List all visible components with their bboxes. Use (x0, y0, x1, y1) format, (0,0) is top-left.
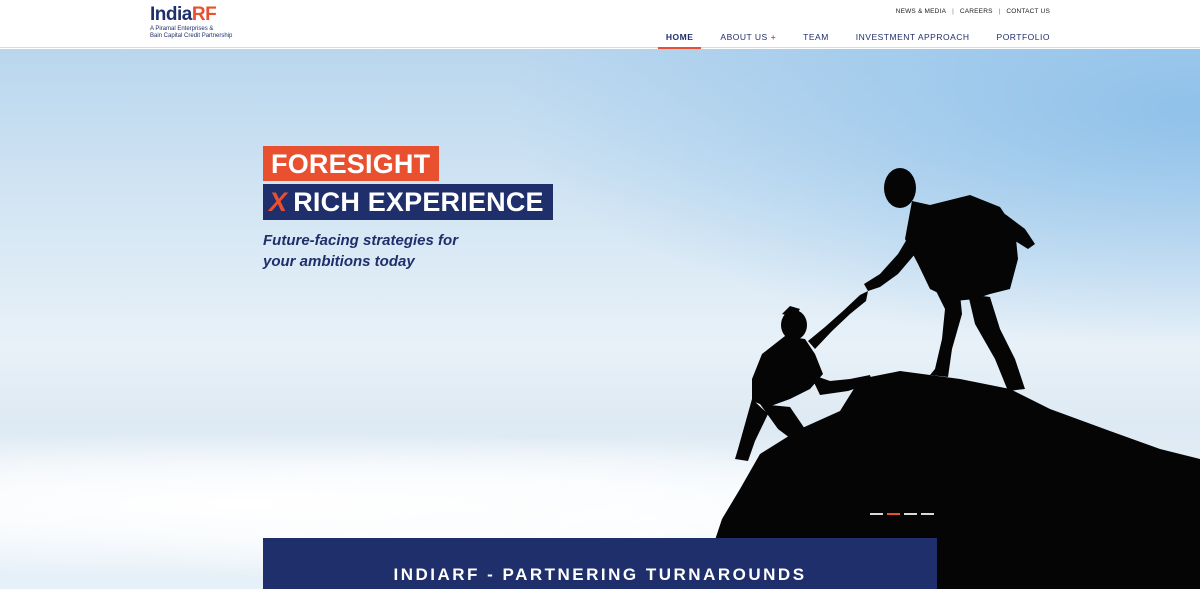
carousel-pagination (870, 513, 938, 515)
banner-title: INDIARF - PARTNERING TURNAROUNDS (393, 565, 807, 584)
divider: | (998, 8, 1001, 15)
carousel-dot-4[interactable] (921, 513, 934, 515)
carousel-dot-2[interactable] (887, 513, 900, 515)
main-nav: HOME ABOUT US + TEAM INVESTMENT APPROACH … (639, 27, 1050, 49)
nav-item-investment-approach[interactable]: INVESTMENT APPROACH (856, 27, 970, 48)
headline-line2-text: RICH EXPERIENCE (293, 187, 544, 217)
carousel-dot-1[interactable] (870, 513, 883, 515)
nav-item-about-us[interactable]: ABOUT US + (720, 27, 776, 48)
x-mark-icon: X (269, 187, 288, 217)
hero-carousel: FORESIGHT X RICH EXPERIENCE Future-facin… (0, 49, 1200, 589)
utility-link-news-media[interactable]: NEWS & MEDIA (896, 8, 946, 15)
climbers-silhouette-image (706, 168, 1200, 589)
indiarf-logo[interactable]: IndiaRF A Piramal Enterprises & Bain Cap… (150, 5, 232, 39)
partnering-turnarounds-banner: INDIARF - PARTNERING TURNAROUNDS (263, 538, 937, 589)
headline-foresight: FORESIGHT (263, 146, 440, 181)
expand-plus-icon: + (770, 32, 777, 42)
site-header: IndiaRF A Piramal Enterprises & Bain Cap… (0, 0, 1200, 49)
logo-subline: A Piramal Enterprises & Bain Capital Cre… (150, 26, 233, 39)
hero-tagline: Future-facing strategies for your ambiti… (263, 232, 459, 270)
divider: | (952, 8, 954, 15)
utility-nav: NEWS & MEDIA | CAREERS | CONTACT US (896, 8, 1050, 15)
nav-item-home[interactable]: HOME (658, 27, 701, 49)
utility-link-contact-us[interactable]: CONTACT US (1006, 8, 1050, 15)
nav-item-team[interactable]: TEAM (803, 27, 829, 48)
nav-item-portfolio[interactable]: PORTFOLIO (997, 27, 1050, 48)
logo-wordmark: IndiaRF (150, 4, 217, 25)
headline-rich-experience: X RICH EXPERIENCE (263, 184, 553, 220)
carousel-dot-3[interactable] (904, 513, 917, 515)
utility-link-careers[interactable]: CAREERS (960, 8, 993, 15)
